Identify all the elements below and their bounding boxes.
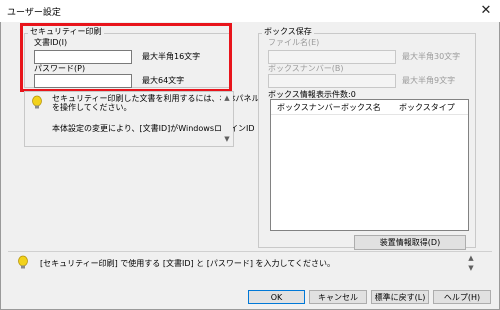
title-bar (0, 0, 500, 22)
list-header-divider (271, 114, 468, 115)
file-name-label: ファイル名(E) (268, 38, 320, 47)
fetch-device-info-button[interactable]: 装置情報取得(D) (354, 235, 466, 250)
box-number-input[interactable] (268, 74, 396, 88)
hint-separator (8, 251, 492, 252)
box-save-legend: ボックス保存 (262, 27, 314, 36)
column-header-box-number[interactable]: ボックスナンバー (277, 103, 341, 113)
hint-scroll-down-icon[interactable]: ▼ (466, 264, 476, 272)
lightbulb-hint-icon (16, 255, 30, 273)
close-icon[interactable]: ✕ (472, 0, 500, 22)
scroll-down-icon[interactable]: ▼ (222, 135, 232, 143)
cancel-button[interactable]: キャンセル (309, 290, 367, 304)
box-number-hint: 最大半角9文字 (402, 76, 456, 85)
ok-button[interactable]: OK (248, 290, 305, 304)
file-name-input[interactable] (268, 50, 396, 64)
highlight-frame (20, 23, 232, 92)
lightbulb-icon (30, 95, 44, 113)
hint-text: [セキュリティー印刷] で使用する [文書ID] と [パスワード] を入力して… (40, 259, 335, 268)
hint-scroll-up-icon[interactable]: ▲ (466, 254, 476, 262)
info-line-2: を操作してください。 (52, 103, 132, 112)
box-number-label: ボックスナンバー(B) (268, 64, 344, 73)
column-header-box-name[interactable]: ボックス名 (341, 103, 381, 113)
file-name-hint: 最大半角30文字 (402, 52, 461, 61)
column-header-box-type[interactable]: ボックスタイプ (399, 103, 455, 113)
box-list[interactable]: ボックスナンバー ボックス名 ボックスタイプ (270, 99, 469, 231)
scroll-up-icon[interactable]: ▲ (222, 94, 232, 102)
info-scrollbar[interactable]: ▲ ▼ (221, 92, 233, 146)
help-button[interactable]: ヘルプ(H) (433, 290, 491, 304)
restore-defaults-button[interactable]: 標準に戻す(L) (371, 290, 429, 304)
hint-scrollbar[interactable]: ▲ ▼ (466, 254, 476, 274)
dialog-title: ユーザー設定 (7, 8, 61, 18)
